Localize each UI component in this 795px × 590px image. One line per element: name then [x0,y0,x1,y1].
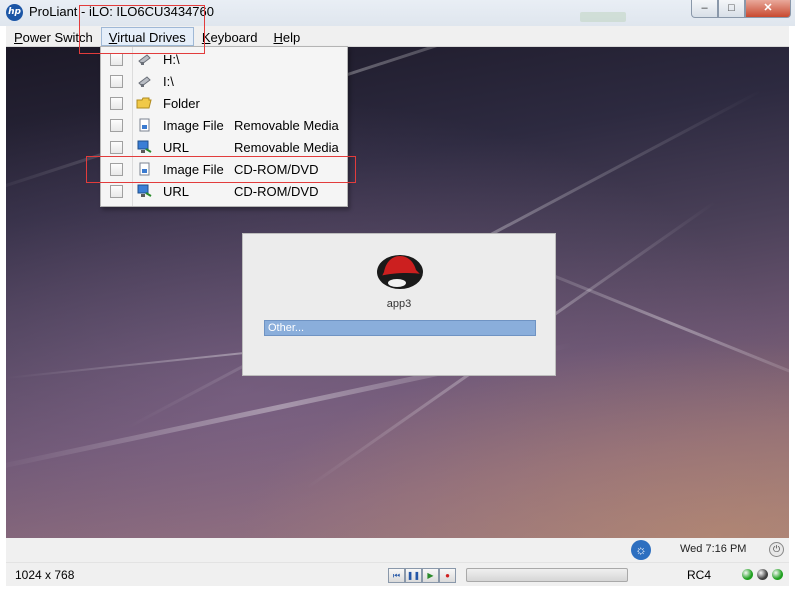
playback-controls: ⏮ ❚❚ ▶ ● [388,568,456,583]
drive-type: CD-ROM/DVD [234,184,319,199]
usb-drive-icon [136,52,152,66]
menu-label: eyboard [210,29,258,45]
playback-progress-bar[interactable] [466,568,628,582]
checkbox[interactable] [110,141,123,154]
drive-label: Folder [163,96,200,111]
menu-mnemonic: P [14,29,23,45]
led-indicator-green [742,569,753,580]
drive-label: URL [163,184,190,199]
menu-label: elp [282,29,301,45]
menu-mnemonic: H [273,29,283,45]
menu-item-url-cdrom[interactable]: URL CD-ROM/DVD [101,180,347,202]
power-icon[interactable]: ⏻ [769,542,784,557]
login-dialog: app3 Other... [242,233,556,376]
led-indicator-dark [757,569,768,580]
annotation-box-image-file-cdrom [86,156,356,183]
close-button[interactable]: ✕ [745,0,791,18]
annotation-box-title-menu [79,5,205,54]
drive-type: Removable Media [234,118,339,133]
drive-label: URL [163,140,190,155]
window-controls: – □ ✕ [691,0,791,19]
drive-label: H:\ [163,52,180,67]
checkbox[interactable] [110,53,123,66]
encryption-label: RC4 [687,568,712,582]
network-url-icon [136,184,152,198]
drive-type: Removable Media [234,140,339,155]
clock[interactable]: Wed 7:16 PM [680,543,746,555]
play-icon[interactable]: ▶ [422,568,439,583]
resolution-label: 1024 x 768 [15,568,75,582]
menu-item-drive-i[interactable]: I:\ [101,70,347,92]
pause-icon[interactable]: ❚❚ [405,568,422,583]
minimize-button[interactable]: – [691,0,718,18]
guest-panel-bar: ☼ Wed 7:16 PM ⏻ [6,538,789,562]
redhat-logo-icon [377,255,423,289]
image-file-icon [136,118,152,132]
drive-label: Image File [163,118,224,133]
network-url-icon [136,140,152,154]
maximize-button[interactable]: □ [718,0,745,18]
usb-drive-icon [136,74,152,88]
record-icon[interactable]: ● [439,568,456,583]
folder-icon [136,96,152,110]
checkbox[interactable] [110,97,123,110]
checkbox[interactable] [110,75,123,88]
background-ghost [580,12,626,22]
menu-item-url-removable[interactable]: URL Removable Media [101,136,347,158]
user-field-other[interactable]: Other... [264,320,536,336]
hp-logo-icon: hp [6,4,23,21]
menu-help[interactable]: Help [265,27,308,46]
rewind-icon[interactable]: ⏮ [388,568,405,583]
menu-item-folder[interactable]: Folder [101,92,347,114]
hostname-label: app3 [386,298,412,310]
accessibility-icon[interactable]: ☼ [631,540,651,560]
status-bar: 1024 x 768 ⏮ ❚❚ ▶ ● RC4 [6,562,789,586]
led-indicator-green [772,569,783,580]
menu-item-image-file-removable[interactable]: Image File Removable Media [101,114,347,136]
checkbox[interactable] [110,119,123,132]
drive-label: I:\ [163,74,174,89]
checkbox[interactable] [110,185,123,198]
